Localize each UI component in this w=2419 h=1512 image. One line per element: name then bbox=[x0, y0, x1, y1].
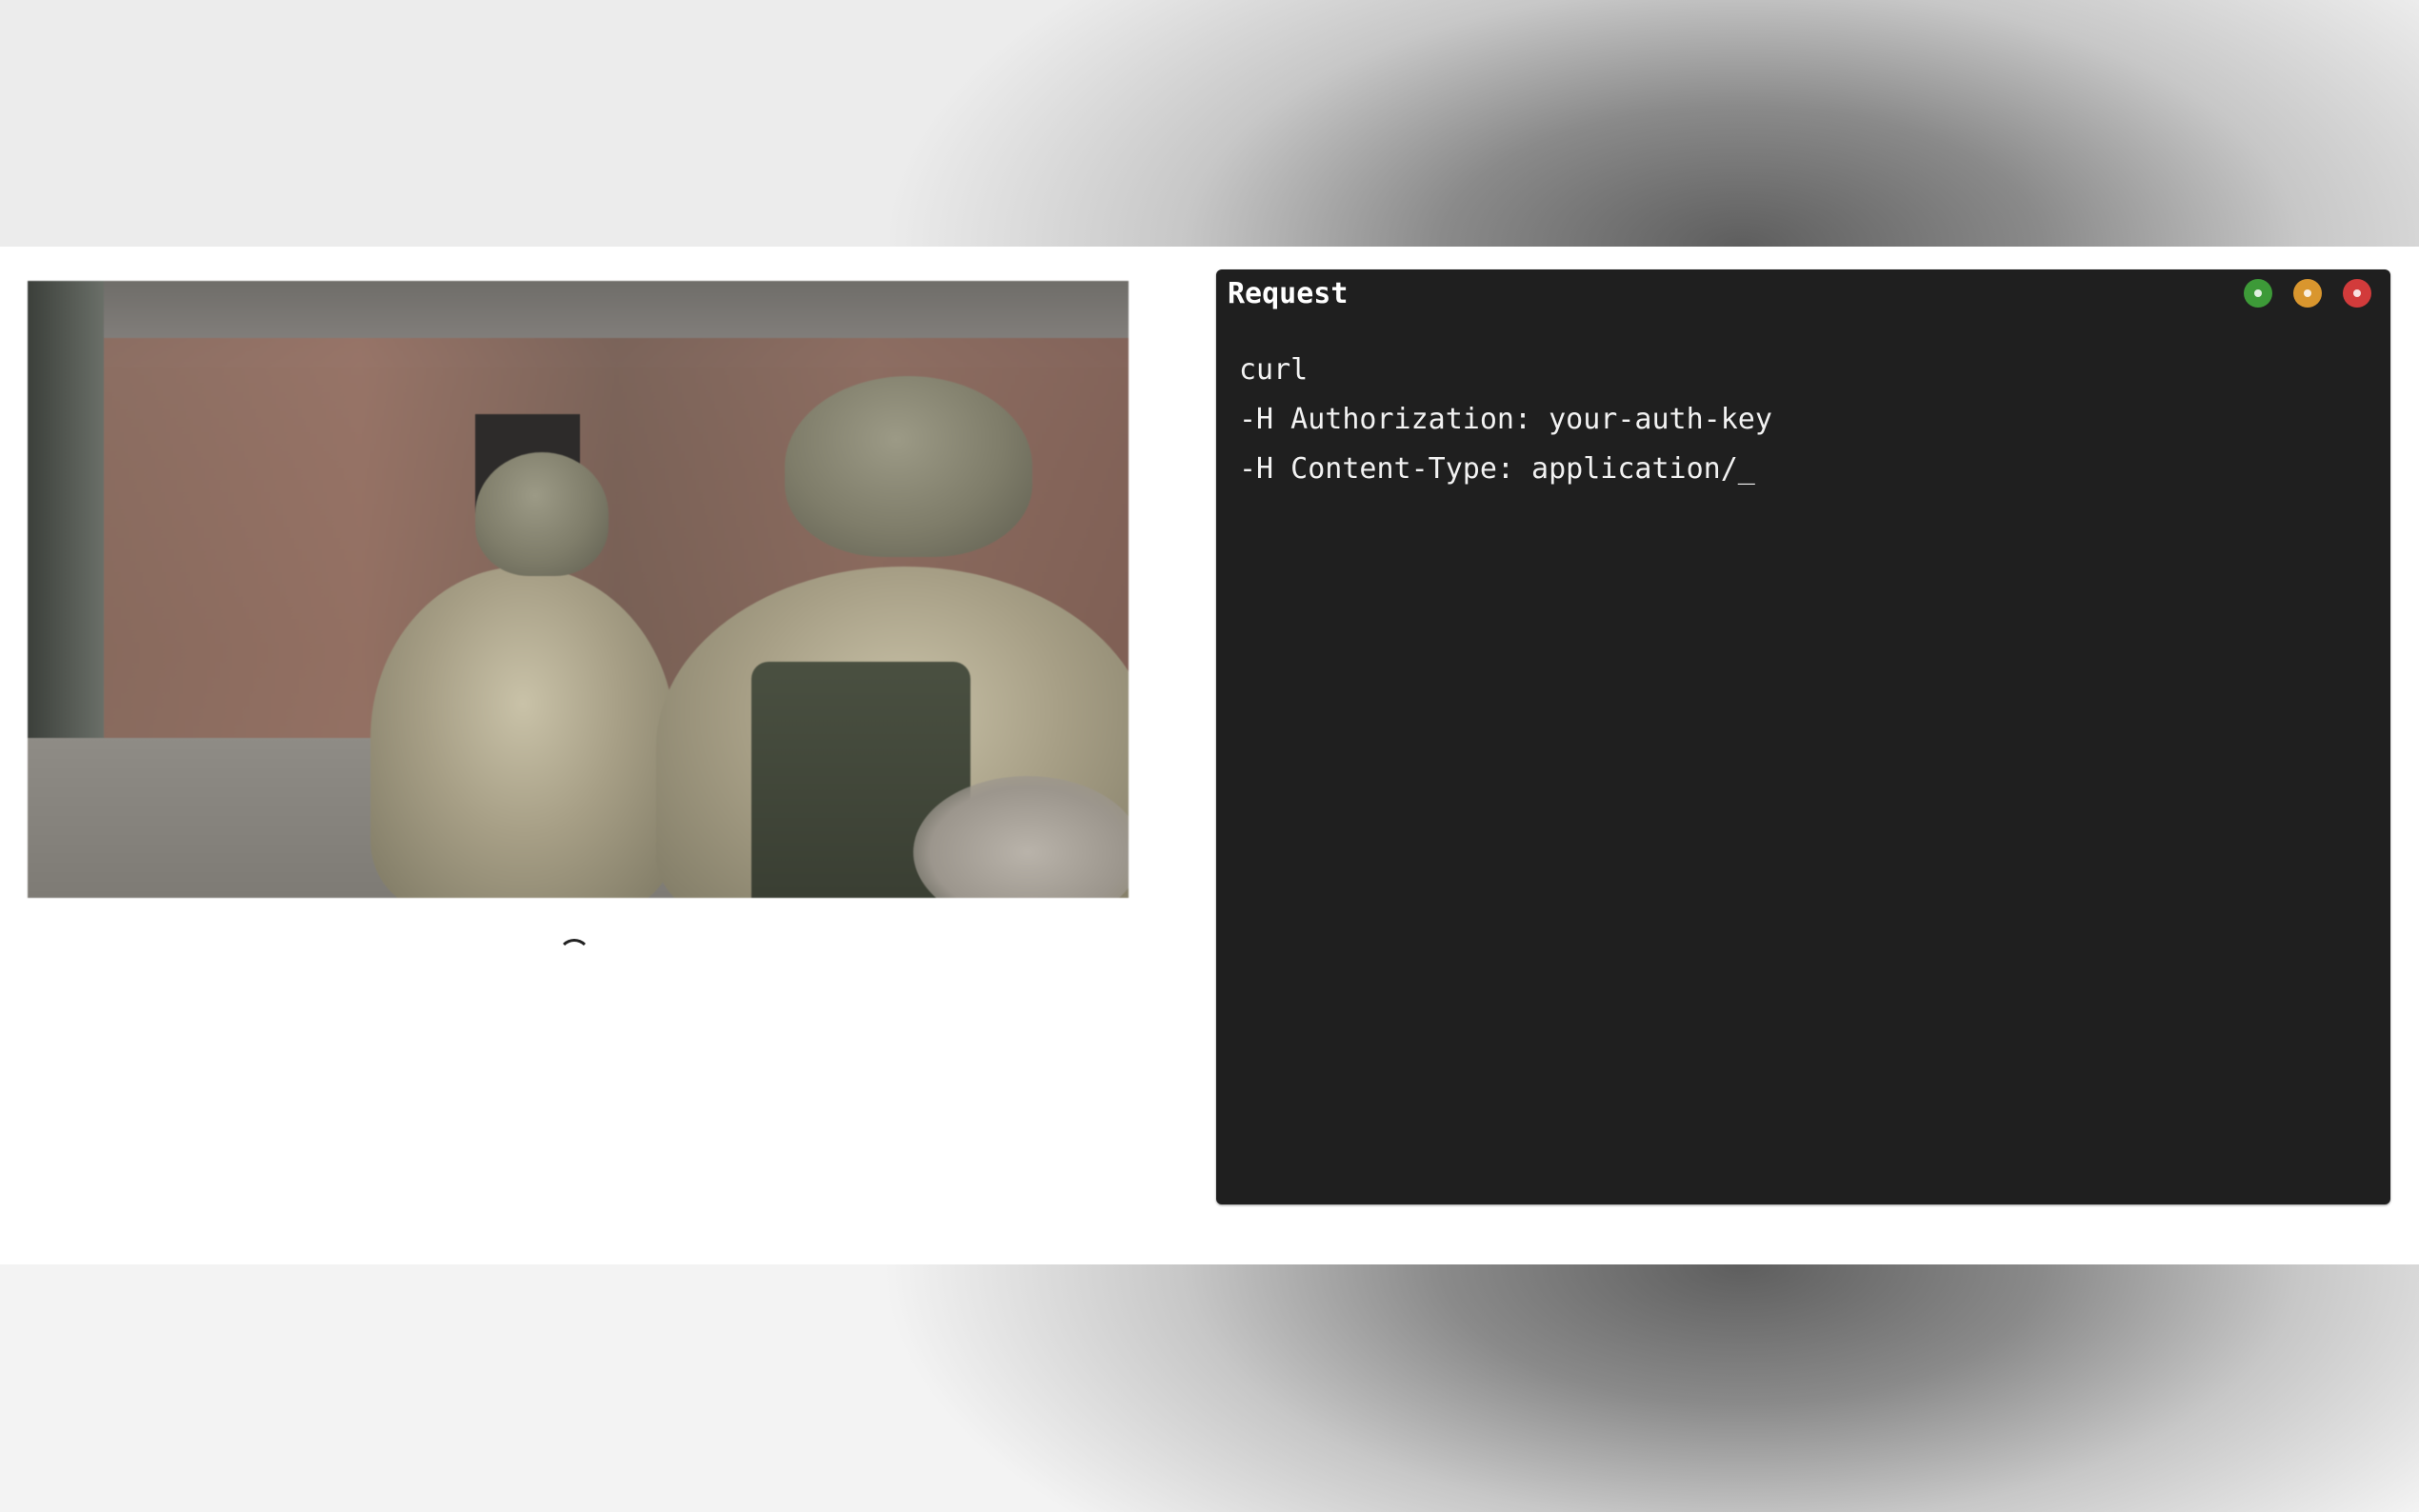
terminal-line: -H Authorization: your-auth-key bbox=[1239, 403, 1772, 436]
photo-helmet bbox=[785, 376, 1032, 557]
blurred-background-bottom bbox=[0, 1264, 2419, 1512]
content-area: Request curl -H Authorization: your-auth… bbox=[0, 247, 2419, 1264]
terminal-line: curl bbox=[1239, 353, 1309, 387]
blurred-background-top bbox=[0, 0, 2419, 247]
maximize-button[interactable] bbox=[2244, 279, 2272, 308]
minimize-button[interactable] bbox=[2293, 279, 2322, 308]
close-button[interactable] bbox=[2343, 279, 2371, 308]
terminal-line: -H Content-Type: application/_ bbox=[1239, 452, 1755, 486]
photo-soldier bbox=[370, 567, 675, 898]
window-controls bbox=[2244, 279, 2371, 308]
request-terminal-window[interactable]: Request curl -H Authorization: your-auth… bbox=[1216, 269, 2390, 1204]
photo-helmet bbox=[475, 452, 609, 576]
terminal-title: Request bbox=[1228, 277, 1349, 310]
screen: Request curl -H Authorization: your-auth… bbox=[0, 0, 2419, 1512]
spinner-icon bbox=[558, 939, 590, 971]
terminal-body[interactable]: curl -H Authorization: your-auth-key -H … bbox=[1239, 346, 1772, 494]
photo-tree bbox=[28, 281, 104, 738]
soldiers-photo[interactable] bbox=[28, 281, 1129, 898]
